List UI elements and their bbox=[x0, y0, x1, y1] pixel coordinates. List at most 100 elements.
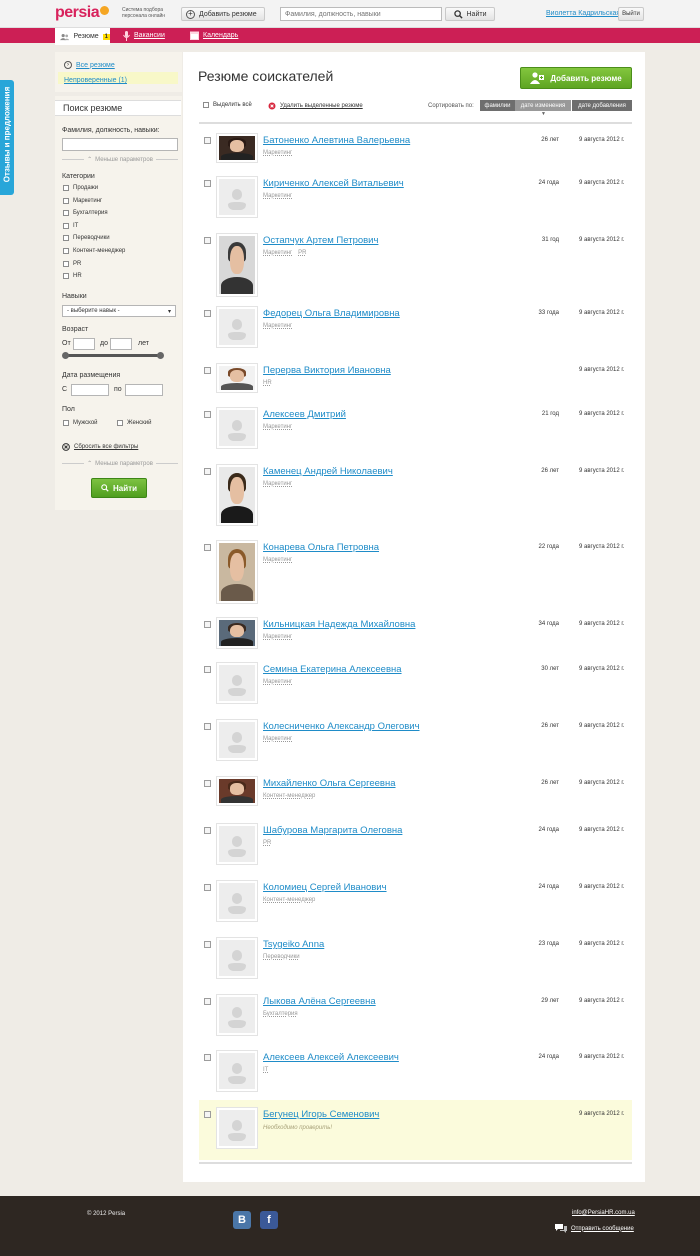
age-slider-max-handle[interactable] bbox=[157, 352, 164, 359]
resume-category-tag[interactable]: IT bbox=[263, 1067, 268, 1073]
resume-checkbox[interactable] bbox=[204, 237, 211, 244]
gender-male-option[interactable]: Мужской bbox=[63, 420, 98, 426]
gender-male-checkbox[interactable] bbox=[63, 420, 69, 426]
resume-checkbox[interactable] bbox=[204, 137, 211, 144]
email-link[interactable]: info@PersiaHR.com.ua bbox=[572, 1210, 635, 1216]
skills-select[interactable]: - выберите навык - ▾ bbox=[62, 305, 176, 317]
resume-checkbox[interactable] bbox=[204, 723, 211, 730]
category-option[interactable]: Продажи bbox=[63, 185, 98, 191]
resume-photo[interactable] bbox=[216, 363, 258, 393]
date-to-input[interactable] bbox=[125, 384, 163, 396]
age-slider-min-handle[interactable] bbox=[62, 352, 69, 359]
sort-by-name[interactable]: фамилии bbox=[480, 100, 515, 111]
resume-category-tag[interactable]: PR bbox=[263, 840, 271, 846]
resume-name-link[interactable]: Шабурова Маргарита Олеговна bbox=[263, 825, 402, 836]
add-resume-button[interactable]: Добавить резюме bbox=[520, 67, 632, 89]
resume-category-tag[interactable]: Маркетинг bbox=[263, 679, 292, 685]
resume-checkbox[interactable] bbox=[204, 468, 211, 475]
resume-category-tag[interactable]: Маркетинг bbox=[263, 634, 292, 640]
resume-photo[interactable] bbox=[216, 776, 258, 806]
category-option[interactable]: Контент-менеджер bbox=[63, 248, 125, 254]
feedback-tab[interactable]: Отзывы и предложения bbox=[0, 80, 14, 195]
resume-category-tag[interactable]: Контент-менеджер bbox=[263, 897, 315, 903]
resume-checkbox[interactable] bbox=[204, 1054, 211, 1061]
resume-photo[interactable] bbox=[216, 937, 258, 979]
nav-tab-vacancies[interactable]: Вакансии bbox=[123, 28, 165, 43]
resume-name-link[interactable]: Конарева Ольга Петровна bbox=[263, 542, 379, 553]
resume-photo[interactable] bbox=[216, 464, 258, 526]
nav-tab-calendar[interactable]: Календарь bbox=[190, 28, 238, 43]
category-checkbox[interactable] bbox=[63, 260, 69, 267]
resume-category-tag[interactable]: Маркетинг bbox=[263, 557, 292, 563]
resume-checkbox[interactable] bbox=[204, 884, 211, 891]
query-input[interactable] bbox=[62, 138, 178, 151]
resume-category-tag[interactable]: Переводчики bbox=[263, 954, 300, 960]
resume-name-link[interactable]: Остапчук Артем Петрович bbox=[263, 235, 378, 246]
gender-female-option[interactable]: Женский bbox=[117, 420, 151, 426]
logo[interactable]: persia bbox=[55, 4, 110, 22]
resume-name-link[interactable]: Кильницкая Надежда Михайловна bbox=[263, 619, 415, 630]
search-input[interactable] bbox=[280, 7, 442, 21]
resume-name-link[interactable]: Каменец Андрей Николаевич bbox=[263, 466, 393, 477]
resume-name-link[interactable]: Алексеев Алексей Алексеевич bbox=[263, 1052, 399, 1063]
nav-tab-resume[interactable]: Резюме 1 bbox=[55, 28, 110, 45]
facebook-icon[interactable]: f bbox=[260, 1211, 278, 1229]
resume-name-link[interactable]: Алексеев Дмитрий bbox=[263, 409, 346, 420]
less-params-toggle-2[interactable]: ⌃ Меньше параметров bbox=[62, 460, 178, 468]
resume-photo[interactable] bbox=[216, 823, 258, 865]
search-button[interactable]: Найти bbox=[445, 7, 495, 21]
resume-photo[interactable] bbox=[216, 540, 258, 604]
select-all-checkbox[interactable] bbox=[203, 102, 209, 108]
resume-category-tag[interactable]: Маркетинг bbox=[263, 323, 292, 329]
resume-photo[interactable] bbox=[216, 662, 258, 704]
resume-category-tag[interactable]: Маркетинг bbox=[263, 736, 292, 742]
resume-name-link[interactable]: Перерва Виктория Ивановна bbox=[263, 365, 391, 376]
vk-icon[interactable]: B bbox=[233, 1211, 251, 1229]
resume-checkbox[interactable] bbox=[204, 941, 211, 948]
resume-name-link[interactable]: Коломиец Сергей Иванович bbox=[263, 882, 387, 893]
resume-category-tag[interactable]: Маркетинг bbox=[263, 250, 292, 256]
category-checkbox[interactable] bbox=[63, 210, 69, 217]
resume-category-tag[interactable]: Маркетинг bbox=[263, 481, 292, 487]
unverified-link[interactable]: Непроверенные (1) bbox=[58, 72, 178, 84]
resume-photo[interactable] bbox=[216, 133, 258, 163]
select-all[interactable]: Выделить всё bbox=[203, 102, 252, 108]
resume-name-link[interactable]: Михайленко Ольга Сергеевна bbox=[263, 778, 396, 789]
resume-category-tag[interactable]: Маркетинг bbox=[263, 150, 292, 156]
resume-name-link[interactable]: Бегунец Игорь Семенович bbox=[263, 1109, 379, 1120]
resume-photo[interactable] bbox=[216, 719, 258, 761]
resume-checkbox[interactable] bbox=[204, 621, 211, 628]
gender-female-checkbox[interactable] bbox=[117, 420, 123, 426]
resume-photo[interactable] bbox=[216, 617, 258, 649]
resume-checkbox[interactable] bbox=[204, 780, 211, 787]
find-button[interactable]: Найти bbox=[91, 478, 147, 498]
resume-photo[interactable] bbox=[216, 306, 258, 348]
category-option[interactable]: Бухгалтерия bbox=[63, 210, 108, 217]
resume-photo[interactable] bbox=[216, 407, 258, 449]
date-from-input[interactable] bbox=[71, 384, 109, 396]
send-message-link[interactable]: Отправить сообщение bbox=[555, 1224, 634, 1233]
resume-name-link[interactable]: Лыкова Алёна Сергеевна bbox=[263, 996, 376, 1007]
category-checkbox[interactable] bbox=[63, 273, 69, 280]
resume-category-tag[interactable]: Бухгалтерия bbox=[263, 1011, 298, 1017]
resume-checkbox[interactable] bbox=[204, 310, 211, 317]
resume-name-link[interactable]: Батоненко Алевтина Валерьевна bbox=[263, 135, 410, 146]
category-option[interactable]: Переводчики bbox=[63, 235, 110, 242]
resume-photo[interactable] bbox=[216, 1107, 258, 1149]
delete-selected-link[interactable]: Удалить выделенные резюме bbox=[268, 102, 363, 110]
resume-checkbox[interactable] bbox=[204, 411, 211, 418]
resume-photo[interactable] bbox=[216, 880, 258, 922]
reset-filters-link[interactable]: Сбросить все фильтры bbox=[62, 443, 138, 451]
resume-checkbox[interactable] bbox=[204, 180, 211, 187]
resume-name-link[interactable]: Семина Екатерина Алексеевна bbox=[263, 664, 402, 675]
resume-name-link[interactable]: Федорец Ольга Владимировна bbox=[263, 308, 400, 319]
age-to-input[interactable] bbox=[110, 338, 132, 350]
category-option[interactable]: PR bbox=[63, 260, 81, 267]
user-name-link[interactable]: Виолетта Кадрильская bbox=[546, 10, 620, 17]
category-checkbox[interactable] bbox=[63, 248, 69, 254]
category-checkbox[interactable] bbox=[63, 185, 69, 191]
resume-name-link[interactable]: Колесниченко Александр Олегович bbox=[263, 721, 420, 732]
sort-by-added[interactable]: дате добавления bbox=[572, 100, 632, 111]
resume-photo[interactable] bbox=[216, 994, 258, 1036]
resume-photo[interactable] bbox=[216, 1050, 258, 1092]
